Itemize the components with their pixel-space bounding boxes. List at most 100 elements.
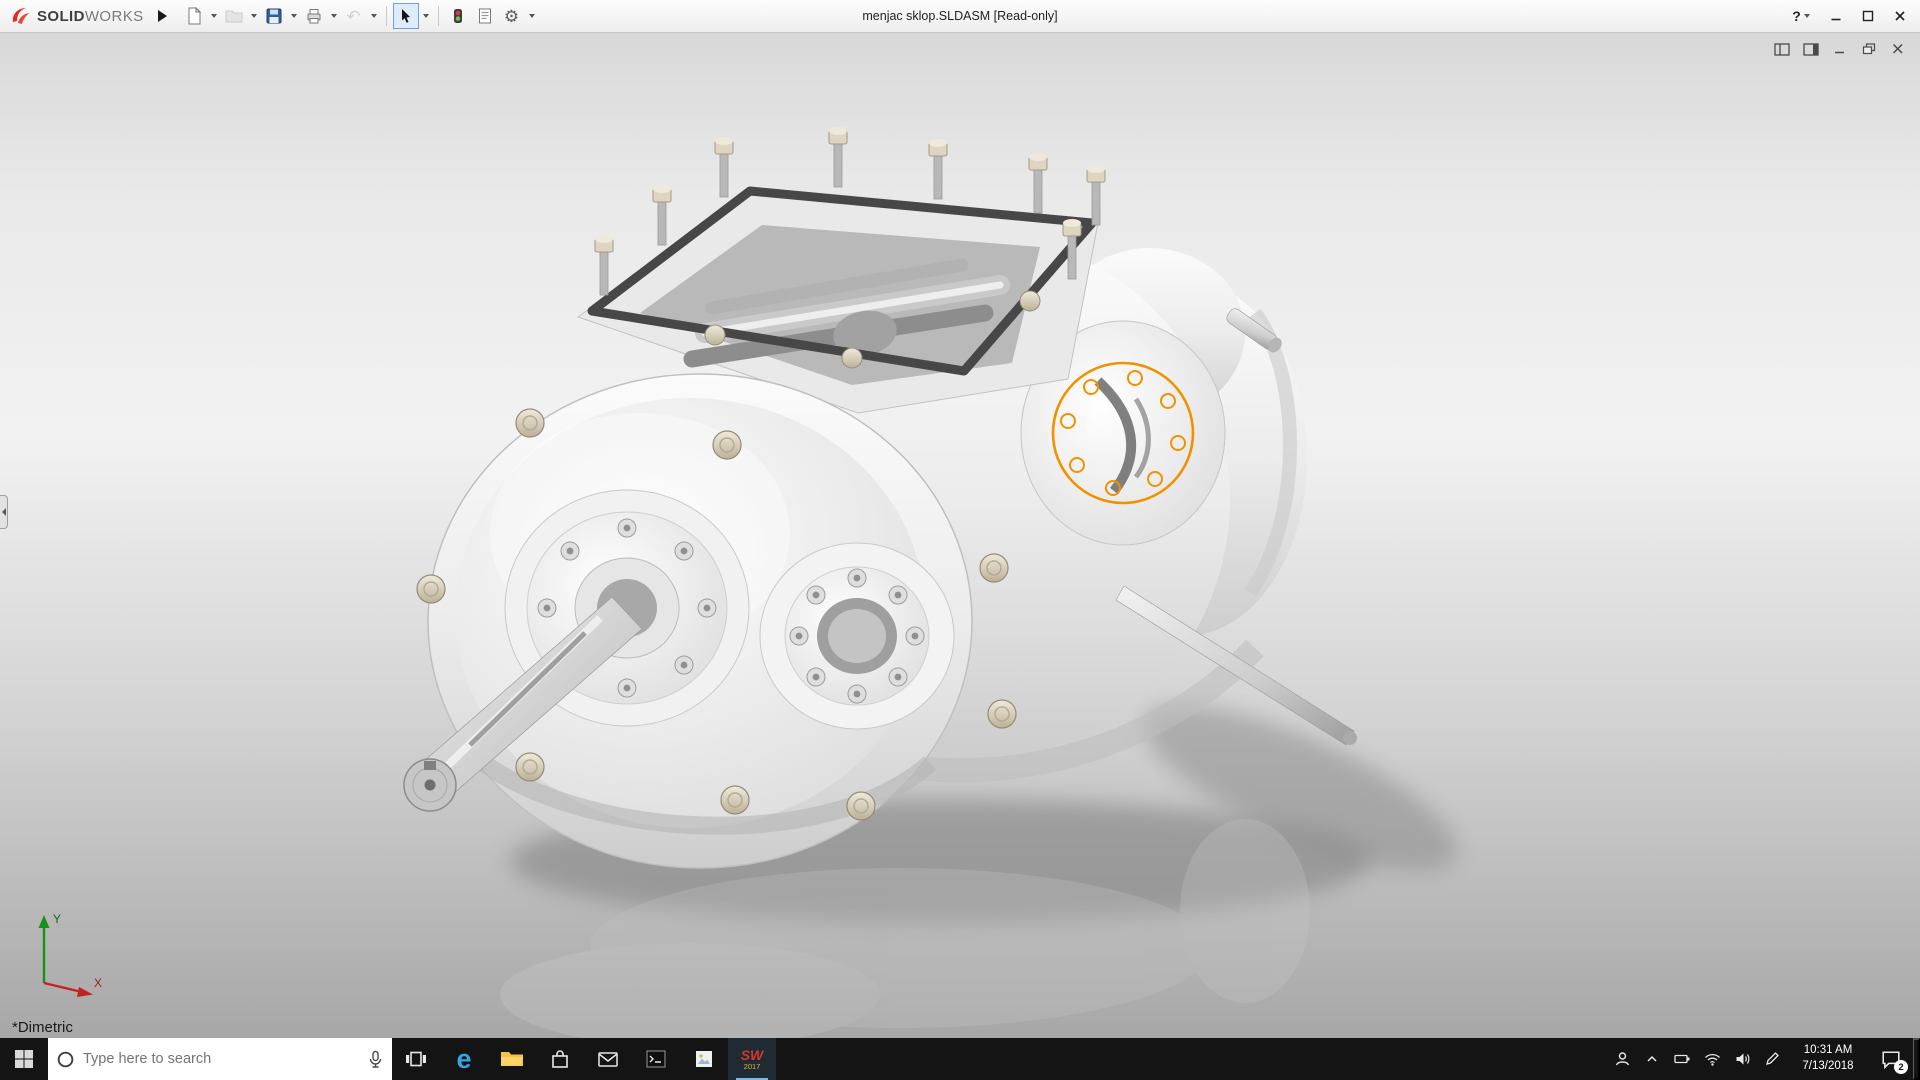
store-icon (552, 1050, 568, 1068)
save-button[interactable] (261, 3, 287, 29)
document-title: menjac sklop.SLDASM [Read-only] (862, 9, 1058, 23)
file-properties-button[interactable] (472, 3, 498, 29)
window-controls: ? (1784, 4, 1914, 28)
save-dropdown[interactable] (288, 3, 300, 29)
print-icon (307, 9, 321, 24)
chevron-down-icon (370, 14, 377, 18)
print-button[interactable] (301, 3, 327, 29)
search-input[interactable] (83, 1051, 359, 1067)
gearbox-assembly-model[interactable] (0, 33, 1920, 1038)
close-button[interactable] (1886, 4, 1914, 28)
cortana-icon (57, 1051, 74, 1067)
minimize-icon (1835, 51, 1844, 54)
options-dropdown[interactable] (526, 3, 538, 29)
open-dropdown[interactable] (248, 3, 260, 29)
close-icon (1895, 11, 1905, 21)
people-button[interactable] (1607, 1038, 1637, 1080)
solidworks-brand: SOLIDWORKS (6, 6, 148, 26)
document-restore-button[interactable] (1859, 41, 1879, 57)
photos-icon (696, 1051, 712, 1067)
panel-collapse-handle[interactable] (0, 495, 8, 530)
brand-name-works: WORKS (84, 7, 144, 25)
restore-icon (1862, 43, 1876, 55)
pen-button[interactable] (1757, 1038, 1787, 1080)
file-explorer-button[interactable] (488, 1038, 536, 1080)
new-document-button[interactable] (181, 3, 207, 29)
solidworks-2017-icon: SW 2017 (741, 1048, 764, 1071)
file-properties-icon (478, 8, 491, 24)
store-button[interactable] (536, 1038, 584, 1080)
options-gear-icon (504, 8, 519, 25)
command-prompt-button[interactable] (632, 1038, 680, 1080)
standard-toolbar (181, 3, 538, 29)
clock-date: 7/13/2018 (1802, 1060, 1854, 1072)
secondary-flange[interactable] (759, 542, 955, 730)
battery-button[interactable] (1667, 1038, 1697, 1080)
pane-dock-icon (1774, 42, 1790, 56)
new-document-dropdown[interactable] (208, 3, 220, 29)
select-tool-dropdown[interactable] (420, 3, 432, 29)
show-desktop-button[interactable] (1913, 1038, 1920, 1080)
toolbar-separator (437, 6, 439, 26)
mail-button[interactable] (584, 1038, 632, 1080)
triad-x-axis (43, 981, 83, 994)
battery-icon (1673, 1054, 1689, 1064)
maximize-button[interactable] (1854, 4, 1882, 28)
print-dropdown[interactable] (328, 3, 340, 29)
rebuild-icon (453, 9, 462, 23)
maximize-icon (1862, 10, 1874, 22)
options-button[interactable] (499, 3, 525, 29)
pane-preview-button[interactable] (1801, 41, 1821, 57)
document-window-controls (1772, 41, 1908, 57)
graphics-area[interactable]: Y X *Dimetric (0, 33, 1920, 1038)
edge-button[interactable] (440, 1038, 488, 1080)
titlebar: SOLIDWORKS ↶ ⚙ menjac sklop.SLDASM [Read… (0, 0, 1920, 33)
mail-icon (598, 1052, 618, 1067)
network-button[interactable] (1697, 1038, 1727, 1080)
action-center-button[interactable]: 2 (1869, 1038, 1913, 1080)
undo-button[interactable] (341, 3, 367, 29)
menu-expand-arrow[interactable] (157, 10, 167, 22)
rebuild-button[interactable] (445, 3, 471, 29)
close-icon (1892, 43, 1903, 54)
task-view-icon (406, 1051, 426, 1067)
start-button[interactable] (0, 1038, 48, 1080)
open-button[interactable] (221, 3, 247, 29)
select-arrow-icon (401, 9, 410, 23)
orientation-triad: Y X (14, 903, 109, 1008)
brand-name-solid: SOLID (37, 7, 85, 25)
brand-name: SOLIDWORKS (37, 8, 144, 25)
chevron-down-icon (528, 14, 535, 18)
help-label: ? (1792, 8, 1801, 24)
photos-button[interactable] (680, 1038, 728, 1080)
solidworks-app-label: SW (740, 1046, 764, 1063)
taskbar-clock[interactable]: 10:31 AM 7/13/2018 (1787, 1038, 1869, 1080)
file-explorer-icon (501, 1052, 523, 1066)
hidden-icons-button[interactable] (1637, 1038, 1667, 1080)
windows-logo-icon (15, 1050, 33, 1068)
chevron-down-icon (1803, 14, 1810, 18)
undo-dropdown[interactable] (368, 3, 380, 29)
undo-icon (346, 8, 360, 25)
edge-icon (456, 1046, 471, 1073)
pane-dock-button[interactable] (1772, 41, 1792, 57)
volume-button[interactable] (1727, 1038, 1757, 1080)
system-tray: 10:31 AM 7/13/2018 2 (1607, 1038, 1920, 1080)
microphone-icon[interactable] (367, 1050, 384, 1069)
wifi-icon (1704, 1053, 1720, 1066)
triad-x-label: X (94, 976, 102, 990)
view-orientation-label: *Dimetric (12, 1019, 73, 1036)
select-tool-button[interactable] (392, 3, 419, 29)
minimize-button[interactable] (1822, 4, 1850, 28)
task-view-button[interactable] (392, 1038, 440, 1080)
chevron-down-icon (330, 14, 337, 18)
document-close-button[interactable] (1888, 41, 1908, 57)
help-button[interactable]: ? (1784, 4, 1818, 28)
solidworks-app-year: 2017 (743, 1061, 761, 1071)
chevron-down-icon (422, 14, 429, 18)
pane-preview-icon (1803, 42, 1819, 56)
taskbar-search[interactable] (48, 1038, 392, 1080)
solidworks-2017-button[interactable]: SW 2017 (728, 1038, 776, 1080)
clock-time: 10:31 AM (1803, 1044, 1853, 1057)
document-minimize-button[interactable] (1830, 41, 1850, 57)
